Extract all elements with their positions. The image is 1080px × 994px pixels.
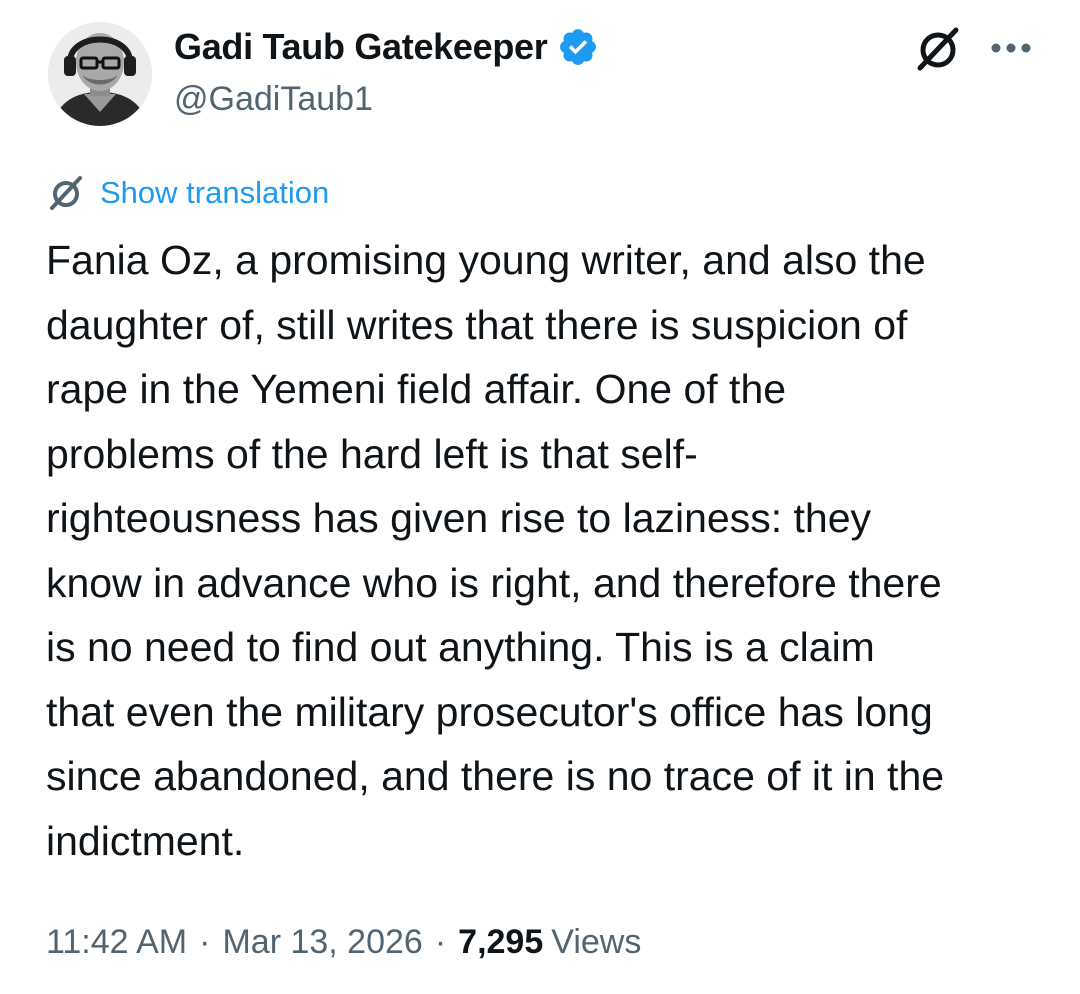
views-count[interactable]: 7,295	[458, 923, 543, 962]
author-handle[interactable]: @GadiTaub1	[174, 80, 373, 119]
views-label[interactable]: Views	[551, 923, 641, 962]
tweet-date[interactable]: Mar 13, 2026	[222, 923, 422, 962]
grok-icon	[50, 176, 82, 210]
meta-separator: ·	[199, 922, 211, 961]
tweet-time[interactable]: 11:42 AM	[46, 923, 187, 962]
display-name[interactable]: Gadi Taub Gatekeeper	[174, 26, 548, 68]
meta-separator: ·	[434, 922, 447, 961]
show-translation-label[interactable]: Show translation	[100, 175, 329, 211]
more-horizontal-icon[interactable]	[988, 30, 1034, 66]
avatar-image	[48, 22, 152, 126]
tweet-text: Fania Oz, a promising young writer, and …	[46, 237, 945, 864]
tweet-meta: 11:42 AM · Mar 13, 2026 · 7,295 Views	[46, 918, 641, 966]
author-name-row: Gadi Taub Gatekeeper	[174, 26, 599, 68]
verified-badge-icon[interactable]	[557, 26, 599, 68]
avatar[interactable]	[48, 22, 152, 126]
show-translation-button[interactable]: Show translation	[46, 172, 329, 214]
grok-icon[interactable]	[912, 26, 964, 72]
